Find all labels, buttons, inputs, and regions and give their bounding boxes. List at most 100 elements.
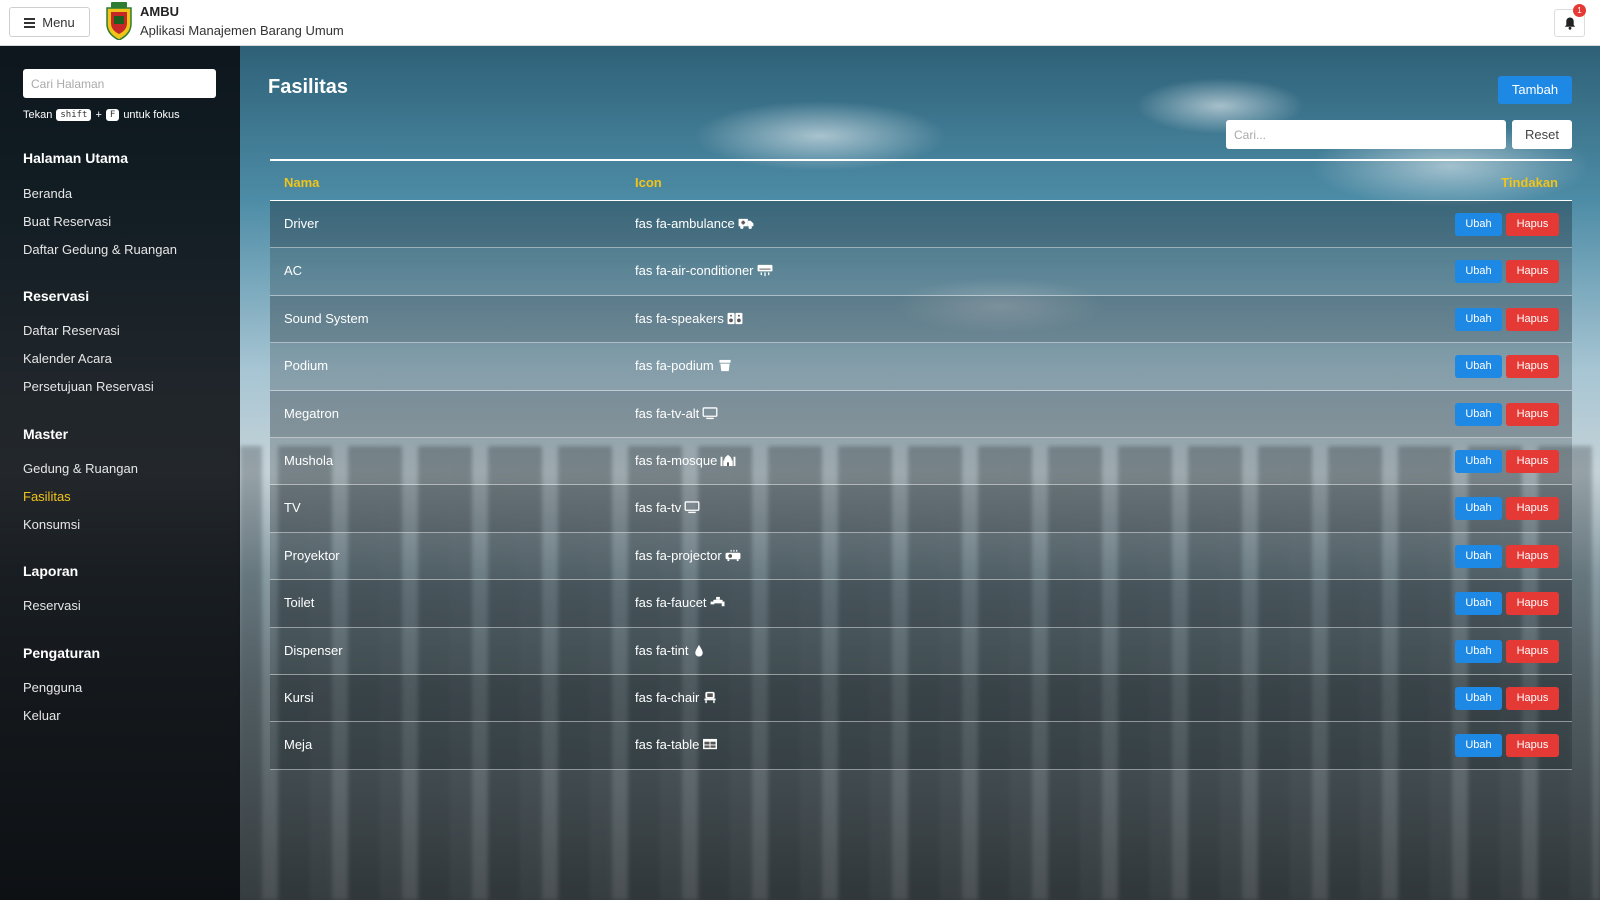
facility-name: Dispenser [284,642,343,658]
section-reservasi: Reservasi [23,288,90,304]
facility-name: Podium [284,358,329,374]
table-row: Proyektor fas fa-projector Ubah Hapus [270,532,1572,581]
air-conditioner-icon [757,265,772,277]
icon-class-text: fas fa-air-conditioner [635,263,754,279]
icon-class-text: fas fa-tv-alt [635,405,700,421]
sidebar-item-daftar-gedung[interactable]: Daftar Gedung & Ruangan [23,242,177,257]
add-button[interactable]: Tambah [1498,76,1572,104]
sidebar-item-pengguna[interactable]: Pengguna [23,680,82,695]
facility-name: TV [284,500,301,516]
faucet-icon [710,597,725,607]
tint-icon [695,644,704,657]
facility-icon-class: fas fa-ambulance [635,216,754,231]
table-row: TV fas fa-tv Ubah Hapus [270,485,1572,533]
edit-button[interactable]: Ubah [1455,449,1502,473]
sidebar: Tekan shift + F untuk fokus Halaman Utam… [0,46,240,900]
edit-button[interactable]: Ubah [1455,260,1502,284]
table-row: Meja fas fa-table Ubah Hapus [270,722,1572,770]
edit-button[interactable]: Ubah [1455,402,1502,426]
icon-class-text: fas fa-tint [635,642,689,658]
icon-class-text: fas fa-projector [635,547,722,563]
facility-icon-class: fas fa-tint [635,643,707,658]
page-search-input[interactable] [23,69,216,98]
icon-class-text: fas fa-ambulance [635,216,735,231]
edit-button[interactable]: Ubah [1455,307,1502,331]
column-header-tindakan: Tindakan [1501,175,1558,190]
icon-class-text: fas fa-faucet [635,595,707,611]
sidebar-item-konsumsi[interactable]: Konsumsi [23,517,80,532]
table-row: Podium fas fa-podium Ubah Hapus [270,343,1572,391]
edit-button[interactable]: Ubah [1455,355,1502,379]
edit-button[interactable]: Ubah [1455,497,1502,521]
facility-name: Kursi [284,689,314,705]
facility-name: Megatron [284,405,339,421]
reset-button[interactable]: Reset [1512,120,1572,149]
table-body: Driver fas fa-ambulance Ubah Hapus AC fas fa-… [270,201,1572,770]
edit-button[interactable]: Ubah [1455,734,1502,758]
facility-name: AC [284,263,303,279]
delete-button[interactable]: Hapus [1506,734,1559,758]
sidebar-item-persetujuan-reservasi[interactable]: Persetujuan Reservasi [23,379,154,394]
edit-button[interactable]: Ubah [1455,544,1502,568]
speakers-icon [727,312,743,324]
edit-button[interactable]: Ubah [1455,213,1502,236]
table-row: Mushola fas fa-mosque Ubah Hapus [270,437,1572,486]
facility-icon-class: fas fa-speakers [635,311,743,326]
delete-button[interactable]: Hapus [1506,639,1559,663]
hamburger-icon [24,17,36,28]
facility-name: Meja [284,737,313,753]
sidebar-item-fasilitas[interactable]: Fasilitas [23,489,71,504]
facility-icon-class: fas fa-air-conditioner [635,263,773,278]
sidebar-item-beranda[interactable]: Beranda [23,186,72,201]
podium-icon [719,360,731,372]
facility-name: Driver [284,216,319,231]
facility-icon-class: fas fa-faucet [635,595,726,610]
delete-button[interactable]: Hapus [1506,355,1559,379]
delete-button[interactable]: Hapus [1506,260,1559,284]
app-logo [106,2,132,40]
facility-name: Sound System [284,310,369,326]
tv-icon [684,501,700,514]
app-subtitle: Aplikasi Manajemen Barang Umum [140,23,344,38]
delete-button[interactable]: Hapus [1506,213,1559,236]
delete-button[interactable]: Hapus [1506,307,1559,331]
facility-icon-class: fas fa-mosque [635,453,736,468]
delete-button[interactable]: Hapus [1506,544,1559,568]
page-title: Fasilitas [268,76,349,98]
delete-button[interactable]: Hapus [1506,449,1559,473]
chair-icon [704,691,716,703]
edit-button[interactable]: Ubah [1455,639,1502,663]
table-row: Megatron fas fa-tv-alt Ubah Hapus [270,390,1572,438]
menu-label: Menu [42,14,75,30]
hint-prefix: Tekan [23,109,53,121]
menu-button[interactable]: Menu [9,7,90,37]
sidebar-item-kalender-acara[interactable]: Kalender Acara [23,351,112,366]
facility-name: Mushola [284,452,334,468]
table-row: Sound System fas fa-speakers Ubah Hapus [270,295,1572,344]
edit-button[interactable]: Ubah [1455,592,1502,616]
sidebar-item-laporan-reservasi[interactable]: Reservasi [23,598,81,613]
tv-alt-icon [702,406,718,419]
section-halaman-utama: Halaman Utama [23,150,129,166]
icon-class-text: fas fa-tv [635,500,682,516]
sidebar-item-gedung-ruangan[interactable]: Gedung & Ruangan [23,461,138,476]
hint-key-f: F [105,109,120,121]
delete-button[interactable]: Hapus [1506,686,1559,710]
sidebar-item-daftar-reservasi[interactable]: Daftar Reservasi [23,323,120,338]
edit-button[interactable]: Ubah [1455,686,1502,710]
delete-button[interactable]: Hapus [1506,497,1559,521]
delete-button[interactable]: Hapus [1506,402,1559,426]
keyboard-hint: Tekan shift + F untuk fokus [23,109,180,121]
facility-icon-class: fas fa-podium [635,358,733,373]
icon-class-text: fas fa-mosque [635,452,718,468]
app-name: AMBU [140,4,179,19]
icon-class-text: fas fa-podium [635,358,714,374]
search-input[interactable] [1226,120,1506,149]
table-header: Nama Icon Tindakan [270,159,1572,201]
facility-icon-class: fas fa-chair [635,690,718,705]
sidebar-item-keluar[interactable]: Keluar [23,708,61,723]
sidebar-item-buat-reservasi[interactable]: Buat Reservasi [23,214,111,229]
facility-name: Proyektor [284,547,340,563]
table-row: Toilet fas fa-faucet Ubah Hapus [270,580,1572,628]
delete-button[interactable]: Hapus [1506,592,1559,616]
